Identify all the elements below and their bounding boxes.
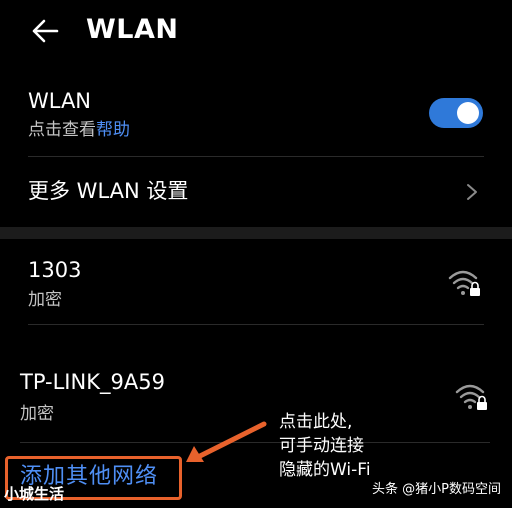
network-security: 加密 bbox=[28, 290, 62, 310]
wifi-lock-icon bbox=[455, 384, 487, 410]
annotation-line-2: 可手动连接 bbox=[279, 436, 364, 456]
wlan-help-text: 点击查看帮助 bbox=[28, 118, 130, 142]
section-gap bbox=[0, 227, 512, 239]
wlan-toggle-switch[interactable] bbox=[429, 98, 483, 128]
annotation-line-1: 点击此处, bbox=[279, 412, 353, 432]
network-name: TP-LINK_9A59 bbox=[20, 370, 165, 394]
more-wlan-settings-label: 更多 WLAN 设置 bbox=[28, 179, 189, 203]
help-link[interactable]: 帮助 bbox=[96, 120, 130, 140]
image-seam bbox=[0, 330, 512, 344]
wlan-label: WLAN bbox=[28, 89, 92, 113]
back-arrow-icon[interactable] bbox=[30, 16, 60, 46]
annotation-arrow-icon bbox=[186, 421, 267, 462]
toggle-knob bbox=[457, 102, 479, 124]
network-item[interactable]: 1303 加密 bbox=[0, 244, 512, 320]
divider bbox=[28, 324, 484, 325]
page-title: WLAN bbox=[86, 14, 179, 45]
wifi-lock-icon bbox=[448, 270, 480, 296]
more-wlan-settings-row[interactable]: 更多 WLAN 设置 bbox=[0, 160, 512, 224]
divider bbox=[28, 156, 484, 157]
network-name: 1303 bbox=[28, 258, 82, 282]
wlan-sub-prefix: 点击查看 bbox=[28, 120, 96, 140]
network-security: 加密 bbox=[20, 404, 54, 424]
annotation-line-3: 隐藏的Wi-Fi bbox=[279, 460, 371, 480]
watermark-right: 头条 @猪小P数码空间 bbox=[372, 482, 501, 497]
chevron-right-icon bbox=[467, 184, 477, 200]
watermark-left: 小城生活 bbox=[4, 485, 65, 503]
